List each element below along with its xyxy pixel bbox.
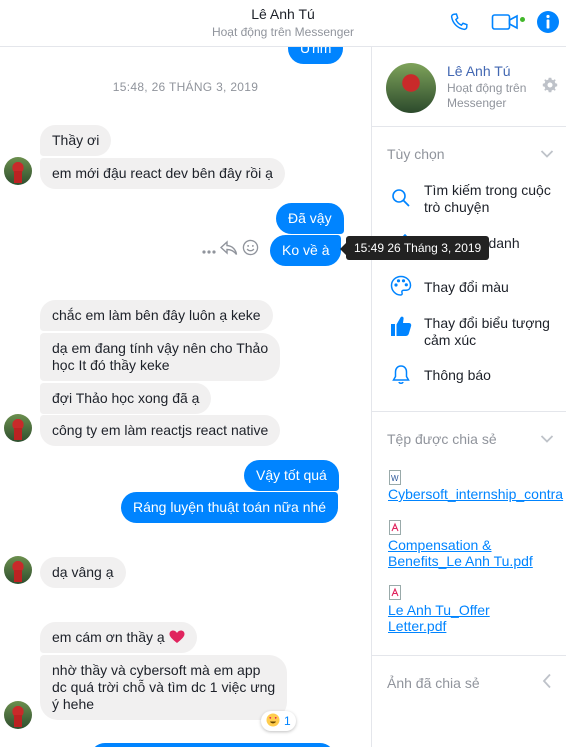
option-label: trò chuyện — [424, 199, 490, 215]
svg-text:W: W — [391, 474, 399, 483]
message-bubble-incoming[interactable]: nhờ thầy và cybersoft mà em app dc quá t… — [40, 655, 288, 720]
message-line: dc quá trời chỗ và tìm dc 1 việc ưng — [52, 679, 276, 695]
message-bubble-outgoing[interactable]: Vậy tốt quá — [244, 460, 339, 491]
pdf-file-icon — [389, 585, 401, 600]
avatar[interactable] — [4, 556, 32, 584]
profile-status-line: Hoạt động trên — [447, 81, 527, 95]
header-contact-name[interactable]: Lê Anh Tú — [0, 6, 566, 22]
option-label: Tìm kiếm trong cuộc — [424, 182, 551, 198]
chevron-down-icon[interactable] — [540, 146, 554, 164]
message-bubble-outgoing[interactable]: Đã vậy — [276, 203, 344, 234]
message-actions — [202, 239, 262, 261]
reply-icon[interactable] — [219, 239, 238, 261]
option-notifications[interactable]: Thông báo — [424, 367, 564, 384]
chevron-left-icon[interactable] — [542, 673, 552, 694]
message-line: nhờ thầy và cybersoft mà em app — [52, 662, 261, 678]
emoji-reaction-icon[interactable] — [242, 239, 259, 261]
avatar[interactable] — [4, 414, 32, 442]
message-line: học It đó thầy keke — [52, 357, 170, 373]
message-bubble-incoming[interactable]: Thầy ơi — [40, 125, 112, 156]
chevron-down-icon[interactable] — [540, 431, 554, 449]
options-section-title[interactable]: Tùy chọn — [387, 146, 445, 162]
divider — [372, 126, 566, 127]
word-file-icon: W — [389, 470, 401, 485]
message-line: dạ em đang tính vậy nên cho Thảo — [52, 340, 269, 356]
divider — [372, 655, 566, 656]
conversation-details-panel: Lê Anh Tú Hoạt động trên Messenger Tùy c… — [371, 47, 566, 747]
option-label: cảm xúc — [424, 332, 477, 348]
timestamp-tooltip: 15:49 26 Tháng 3, 2019 — [339, 236, 490, 260]
info-icon[interactable] — [535, 10, 561, 34]
profile-avatar[interactable] — [386, 63, 436, 113]
message-bubble-outgoing[interactable]: Ko về à — [270, 235, 342, 266]
message-bubble-outgoing[interactable]: Ráng luyện thuật toán nữa nhé — [121, 492, 339, 523]
option-label: Thay đổi biểu tượng — [424, 315, 550, 331]
message-bubble-incoming[interactable]: dạ em đang tính vậy nên cho Thảo học It … — [40, 333, 281, 381]
reaction-badge[interactable]: 1 — [261, 711, 296, 731]
phone-icon[interactable] — [446, 10, 472, 34]
message-bubble-outgoing[interactable] — [90, 743, 335, 747]
avatar[interactable] — [4, 157, 32, 185]
gear-icon[interactable] — [542, 77, 558, 98]
message-bubble-incoming[interactable]: chắc em làm bên đây luôn ạ keke — [40, 300, 273, 331]
file-link-line: Letter.pdf — [388, 618, 447, 634]
message-bubble-incoming[interactable]: dạ vâng ạ — [40, 557, 126, 588]
option-change-emoji[interactable]: Thay đổi biểu tượng cảm xúc — [424, 315, 564, 349]
bell-icon — [388, 362, 414, 388]
profile-status: Hoạt động trên Messenger — [447, 81, 547, 111]
shared-photos-section-title[interactable]: Ảnh đã chia sẻ — [387, 675, 480, 691]
avatar[interactable] — [4, 701, 32, 729]
heart-eyes-emoji-icon — [266, 713, 280, 730]
pdf-file-icon — [389, 520, 401, 535]
file-link-line: Le Anh Tu_Offer — [388, 602, 490, 618]
message-bubble-incoming[interactable]: em mới đậu react dev bên đây rồi ạ — [40, 158, 285, 189]
conversation-timestamp: 15:48, 26 THÁNG 3, 2019 — [112, 80, 259, 94]
heart-emoji-icon — [169, 629, 185, 645]
message-bubble-incoming[interactable]: công ty em làm reactjs react native — [40, 415, 281, 446]
file-link-line: Compensation & — [388, 537, 492, 553]
more-icon[interactable] — [202, 241, 216, 259]
profile-status-line: Messenger — [447, 96, 507, 110]
shared-file-link[interactable]: Cybersoft_internship_contra — [388, 486, 563, 502]
search-icon — [388, 185, 414, 211]
conversation-header: Lê Anh Tú Hoạt động trên Messenger — [0, 0, 566, 47]
message-bubble-incoming[interactable]: em cám ơn thầy ạ — [40, 622, 197, 653]
message-list[interactable]: Ừhm 15:48, 26 THÁNG 3, 2019 Thầy ơi em m… — [0, 47, 371, 747]
message-bubble-outgoing[interactable]: Ừhm — [288, 47, 344, 64]
profile-name[interactable]: Lê Anh Tú — [447, 63, 511, 79]
shared-files-section-title[interactable]: Tệp được chia sẻ — [387, 431, 497, 447]
divider — [372, 411, 566, 412]
reaction-count: 1 — [284, 714, 291, 728]
online-indicator — [520, 17, 525, 22]
file-link-line: Benefits_Le Anh Tu.pdf — [388, 553, 533, 569]
shared-file-link[interactable]: Compensation & Benefits_Le Anh Tu.pdf — [388, 537, 533, 569]
message-bubble-incoming[interactable]: đợi Thảo học xong đã ạ — [40, 383, 212, 414]
video-camera-icon[interactable] — [490, 10, 520, 34]
message-line: ý hehe — [52, 696, 95, 712]
header-status: Hoạt động trên Messenger — [211, 25, 355, 39]
shared-file-link[interactable]: Le Anh Tu_Offer Letter.pdf — [388, 602, 490, 634]
palette-icon — [388, 273, 414, 299]
thumbs-up-icon — [388, 313, 414, 339]
option-change-color[interactable]: Thay đổi màu — [424, 279, 564, 296]
message-text: em cám ơn thầy ạ — [52, 629, 165, 645]
option-search-conversation[interactable]: Tìm kiếm trong cuộc trò chuyện — [424, 182, 564, 216]
